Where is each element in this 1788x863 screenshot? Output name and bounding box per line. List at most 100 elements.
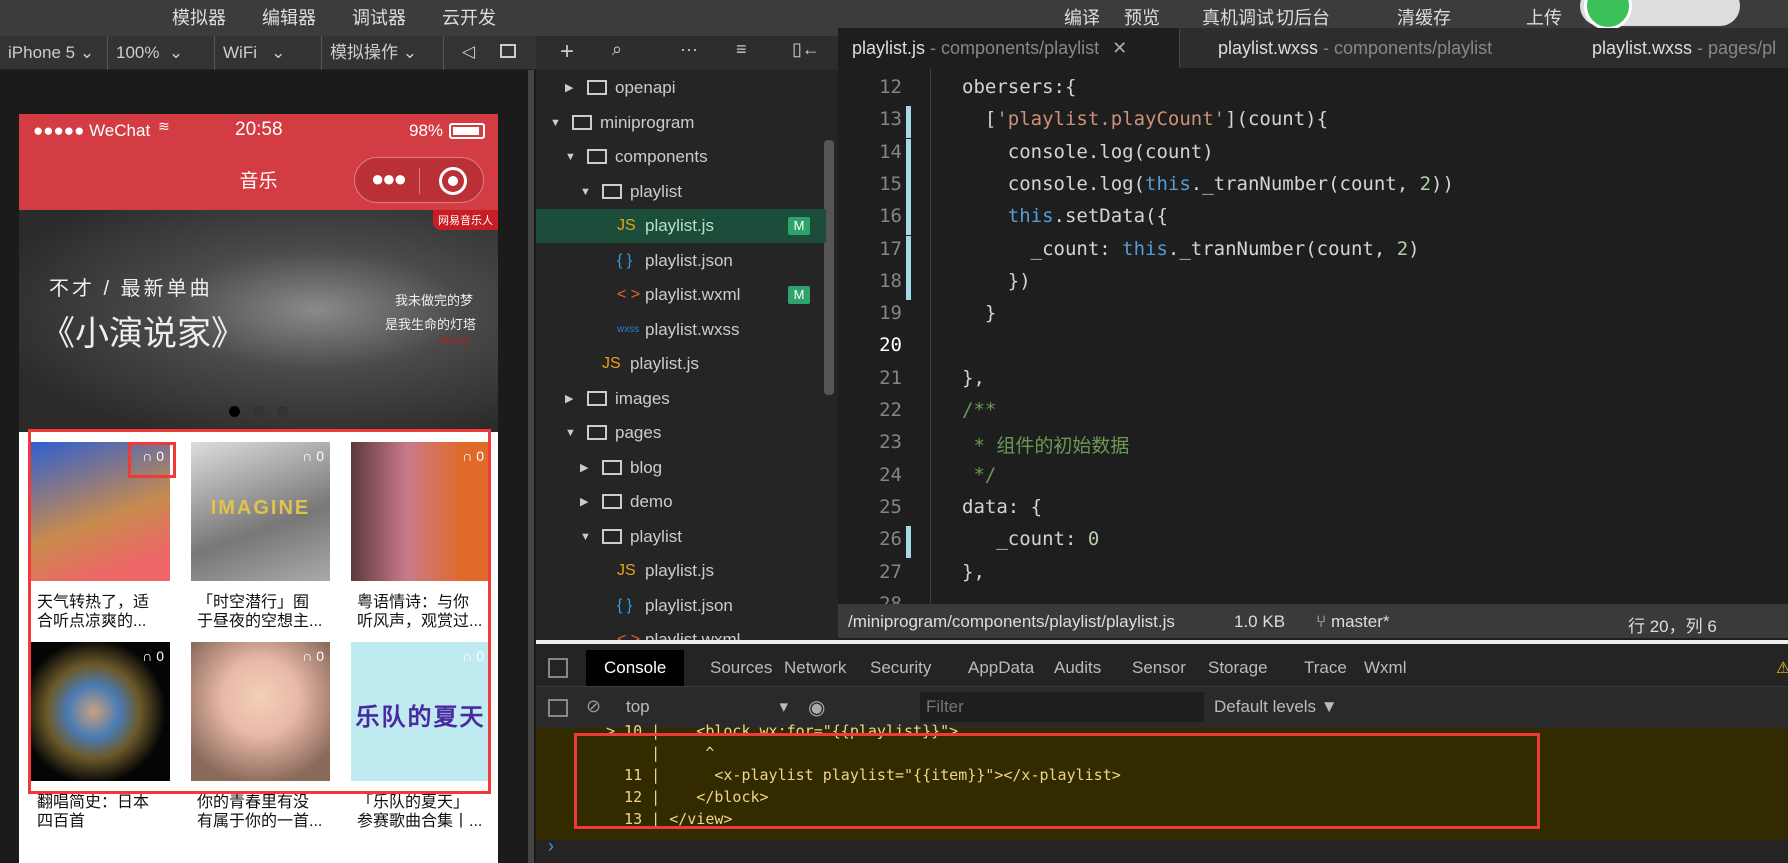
- toolbar-button[interactable]: 真机调试: [1202, 4, 1274, 30]
- js-file-icon: JS: [602, 355, 621, 372]
- toolbar-button[interactable]: 编译: [1064, 4, 1100, 30]
- filter-input[interactable]: [920, 692, 1204, 722]
- menu-item[interactable]: 调试器: [352, 4, 406, 30]
- network-select[interactable]: WiFi ⌄: [215, 36, 322, 70]
- tab-playlist-wxss-components[interactable]: playlist.wxss - components/playlist: [1204, 28, 1506, 68]
- more-icon[interactable]: ●●●: [371, 166, 407, 192]
- window-icon[interactable]: [500, 44, 516, 58]
- volume-icon[interactable]: ◁: [462, 42, 475, 62]
- tree-item[interactable]: { } playlist.json: [536, 244, 826, 278]
- tree-item[interactable]: ▼ playlist: [536, 175, 826, 209]
- toggle-switch[interactable]: [1580, 0, 1740, 30]
- zoom-select[interactable]: 100% ⌄: [108, 36, 215, 70]
- sidebar-toggle-icon[interactable]: [548, 699, 568, 717]
- sidebar-toggle-icon[interactable]: ▯←: [792, 39, 820, 60]
- device-select[interactable]: iPhone 5 ⌄: [0, 36, 108, 70]
- more-icon[interactable]: ···: [680, 39, 698, 60]
- warning-icon[interactable]: ⚠: [1776, 658, 1788, 678]
- tree-item[interactable]: wxss playlist.wxss: [536, 313, 826, 347]
- tree-item[interactable]: JS playlist.js: [536, 347, 826, 381]
- simulate-action-select[interactable]: 模拟操作 ⌄: [322, 36, 444, 70]
- tree-item[interactable]: ▼ components: [536, 140, 826, 174]
- tab-wxml[interactable]: Wxml: [1352, 650, 1418, 686]
- tree-item-label: playlist.json: [645, 250, 733, 270]
- tab-sensor[interactable]: Sensor: [1120, 650, 1198, 686]
- tab-playlist-js[interactable]: playlist.js - components/playlist ✕: [838, 28, 1180, 68]
- swiper-dot[interactable]: [253, 406, 264, 417]
- capsule-menu: ●●●: [354, 157, 484, 203]
- code-line: ['playlist.playCount'](count){: [962, 108, 1329, 131]
- js-file-icon: JS: [617, 562, 636, 579]
- tree-item[interactable]: ▼ pages: [536, 416, 826, 450]
- collapse-icon[interactable]: ≡: [736, 39, 747, 60]
- tree-item[interactable]: JS playlist.js: [536, 554, 826, 588]
- folder-icon: [587, 390, 607, 406]
- clear-console-icon[interactable]: ⊘: [586, 696, 601, 717]
- tab-appdata[interactable]: AppData: [956, 650, 1046, 686]
- toolbar-button[interactable]: 预览: [1124, 4, 1160, 30]
- menu-item[interactable]: 编辑器: [262, 4, 316, 30]
- chevron-right-icon: ▶: [580, 496, 589, 508]
- branch[interactable]: ⑂ master*: [1316, 612, 1390, 632]
- scrollbar[interactable]: [528, 70, 534, 863]
- toolbar-button[interactable]: 清缓存: [1397, 4, 1451, 30]
- banner-swiper[interactable]: 网易音乐人 不才 / 最新单曲 《小演说家》 我未做完的梦 是我生命的灯塔 BU…: [19, 210, 498, 432]
- json-file-icon: { }: [617, 251, 633, 269]
- editor-tabs: playlist.js - components/playlist ✕ play…: [838, 28, 1788, 68]
- close-capsule-icon[interactable]: [439, 167, 467, 195]
- wifi-icon: ≋: [158, 118, 170, 134]
- playlist-title: 「乐队的夏天」参赛歌曲合集丨...: [357, 794, 483, 830]
- menu-item[interactable]: 模拟器: [172, 4, 226, 30]
- tab-security[interactable]: Security: [858, 650, 943, 686]
- json-file-icon: { }: [617, 596, 633, 614]
- tree-item[interactable]: ▶ demo: [536, 485, 826, 519]
- close-icon[interactable]: ✕: [1112, 38, 1127, 58]
- context-select[interactable]: top ▾: [626, 697, 788, 717]
- tree-item-label: playlist.js: [645, 561, 714, 580]
- menu-item[interactable]: 云开发: [442, 4, 496, 30]
- chevron-right-icon: ▶: [580, 461, 589, 474]
- tab-network[interactable]: Network: [772, 650, 858, 686]
- tab-console[interactable]: Console: [586, 650, 685, 686]
- banner-side2: 是我生命的灯塔: [385, 317, 477, 332]
- tree-item-label: images: [615, 388, 670, 408]
- eye-icon[interactable]: ◉: [808, 695, 825, 720]
- code-line: */: [962, 463, 997, 486]
- folder-open-icon: [587, 425, 607, 440]
- tab-audits[interactable]: Audits: [1042, 650, 1113, 686]
- toolbar-button[interactable]: 切后台: [1276, 4, 1330, 30]
- file-size: 1.0 KB: [1234, 612, 1286, 631]
- search-icon[interactable]: ⌕: [612, 39, 622, 60]
- swiper-dot-active[interactable]: [229, 406, 240, 417]
- modified-gutter-mark: [906, 526, 911, 559]
- tree-item[interactable]: < > playlist.wxml: [536, 623, 826, 640]
- tab-trace[interactable]: Trace: [1292, 650, 1359, 686]
- inspect-icon[interactable]: [548, 658, 568, 678]
- tree-item[interactable]: JS playlist.js M: [536, 209, 826, 243]
- chevron-right-icon: ▶: [565, 82, 574, 94]
- console-prompt[interactable]: ›: [548, 836, 554, 857]
- add-icon[interactable]: +: [560, 38, 574, 66]
- code-line: data: {: [962, 495, 1043, 518]
- carrier: ●●●●● WeChat: [33, 121, 151, 140]
- tree-item[interactable]: ▶ images: [536, 382, 826, 416]
- tab-playlist-wxss-pages[interactable]: playlist.wxss - pages/pl: [1578, 28, 1788, 68]
- toolbar-button[interactable]: 上传: [1526, 4, 1562, 30]
- tree-item[interactable]: { } playlist.json: [536, 589, 826, 623]
- tree-item[interactable]: < > playlist.wxml M: [536, 278, 826, 312]
- tab-storage[interactable]: Storage: [1196, 650, 1280, 686]
- tree-item[interactable]: ▼ playlist: [536, 520, 826, 554]
- line-number: 25: [879, 495, 902, 518]
- code-line: /**: [962, 399, 997, 421]
- code-editor[interactable]: 12 obersers:{13 ['playlist.playCount'](co…: [838, 68, 1788, 615]
- line-number: 23: [879, 431, 902, 454]
- network-label: WiFi: [223, 43, 257, 62]
- tree-item[interactable]: ▶ openapi: [536, 71, 826, 105]
- swiper-dot[interactable]: [277, 406, 288, 417]
- tab-name: playlist.wxss: [1592, 38, 1693, 58]
- code-line: _count: this._tranNumber(count, 2): [962, 237, 1420, 260]
- line-number: 22: [879, 399, 902, 421]
- tree-item[interactable]: ▶ blog: [536, 451, 826, 485]
- log-levels-select[interactable]: Default levels ▼: [1214, 697, 1338, 717]
- tree-item[interactable]: ▼ miniprogram: [536, 106, 826, 140]
